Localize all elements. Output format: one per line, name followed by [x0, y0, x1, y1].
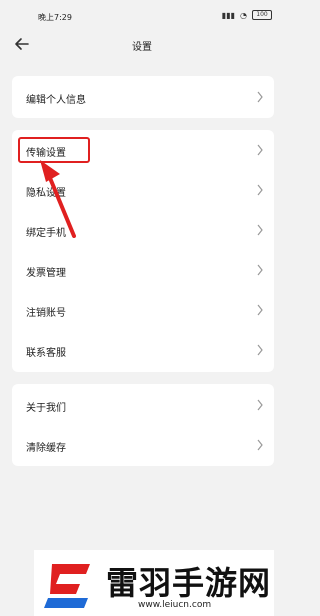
chevron-right-icon — [257, 399, 263, 411]
settings-item-label: 编辑个人信息 — [26, 95, 86, 106]
page-title: 设置 — [132, 42, 152, 53]
header: 设置 — [0, 28, 284, 64]
chevron-right-icon — [257, 184, 263, 196]
annotation-arrow-icon — [40, 160, 76, 238]
watermark: 雷羽手游网 www.leiucn.com — [34, 550, 274, 616]
signal-icon: ▮▮▮ — [221, 10, 236, 20]
chevron-right-icon — [257, 304, 263, 316]
chevron-right-icon — [257, 439, 263, 451]
settings-card-profile: 编辑个人信息 — [12, 76, 274, 118]
watermark-title: 雷羽手游网 — [106, 564, 272, 602]
watermark-url: www.leiucn.com — [138, 600, 212, 610]
settings-item-edit-profile[interactable]: 编辑个人信息 — [12, 77, 274, 117]
chevron-right-icon — [257, 224, 263, 236]
settings-item-invoice[interactable]: 发票管理 — [12, 250, 274, 290]
status-icons: ▮▮▮ ◔ 100 — [222, 10, 272, 20]
settings-item-label: 注销账号 — [26, 308, 66, 319]
wifi-icon: ◔ — [240, 10, 247, 20]
status-bar: 晚上7:29 ▮▮▮ ◔ 100 — [0, 0, 284, 28]
settings-item-contact-support[interactable]: 联系客服 — [12, 330, 274, 370]
status-time: 晚上7:29 — [38, 13, 72, 22]
settings-item-label: 关于我们 — [26, 403, 66, 414]
chevron-right-icon — [257, 264, 263, 276]
settings-item-label: 联系客服 — [26, 348, 66, 359]
settings-card-about: 关于我们 清除缓存 — [12, 384, 274, 466]
chevron-right-icon — [257, 144, 263, 156]
settings-item-delete-account[interactable]: 注销账号 — [12, 290, 274, 330]
settings-item-label: 清除缓存 — [26, 443, 66, 454]
chevron-right-icon — [257, 91, 263, 103]
settings-item-label: 发票管理 — [26, 268, 66, 279]
site-logo-icon — [44, 564, 90, 608]
battery-icon: 100 — [252, 10, 272, 20]
settings-item-about-us[interactable]: 关于我们 — [12, 385, 274, 425]
chevron-right-icon — [257, 344, 263, 356]
settings-item-clear-cache[interactable]: 清除缓存 — [12, 425, 274, 465]
